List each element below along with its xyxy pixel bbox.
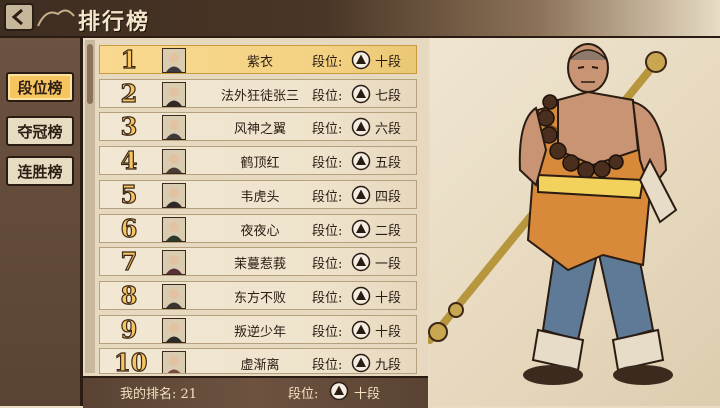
tier-value: 九段 <box>375 358 402 374</box>
player-name: 韦虎头 <box>240 189 280 205</box>
player-avatar[interactable] <box>162 216 186 242</box>
avatar-portrait-icon <box>163 217 185 241</box>
leaderboard-row[interactable]: 4 鹤顶红 段位: 五段 <box>99 146 417 175</box>
tier-emblem-icon <box>351 151 371 171</box>
avatar-portrait-icon <box>163 116 185 140</box>
my-tier-value: 十段 <box>354 387 381 402</box>
player-avatar[interactable] <box>162 317 186 343</box>
tier-label: 段位: <box>312 324 343 340</box>
player-avatar[interactable] <box>162 81 186 107</box>
leaderboard-row[interactable]: 6 夜夜心 段位: 二段 <box>99 213 417 243</box>
tier-emblem-icon <box>351 50 371 70</box>
rank-number: 10 <box>113 348 148 375</box>
player-name: 鹤顶红 <box>240 156 280 172</box>
tier-label: 段位: <box>312 257 343 273</box>
player-avatar[interactable] <box>162 115 186 141</box>
tier-value: 七段 <box>375 88 402 104</box>
back-arrow-icon <box>11 8 23 26</box>
tier-emblem-icon <box>351 320 371 339</box>
avatar-portrait-icon <box>163 183 185 207</box>
tier-emblem-icon <box>351 185 371 205</box>
tier-emblem-icon <box>329 381 349 401</box>
tier-label: 段位: <box>312 156 343 172</box>
tier-value: 十段 <box>375 324 402 340</box>
page-title: 排行榜 <box>78 9 151 35</box>
avatar-portrait-icon <box>163 352 185 374</box>
scrollbar-thumb[interactable] <box>87 44 93 104</box>
monk-warrior-portrait <box>428 43 678 385</box>
rank-number: 9 <box>120 314 138 344</box>
tier-value: 十段 <box>375 55 402 70</box>
leaderboard-row[interactable]: 9 叛逆少年 段位: 十段 <box>99 314 417 344</box>
rank-number: 6 <box>120 213 138 243</box>
tier-label: 段位: <box>312 223 343 239</box>
my-tier-label: 段位: <box>288 387 319 402</box>
my-rank-text: 我的排名: 21 <box>120 387 198 402</box>
rank-number: 8 <box>120 280 138 310</box>
avatar-portrait-icon <box>163 150 185 174</box>
leaderboard-row[interactable]: 3 风神之翼 段位: 六段 <box>99 112 417 141</box>
player-name: 夜夜心 <box>240 223 280 239</box>
player-name: 紫衣 <box>246 55 273 70</box>
tier-value: 二段 <box>375 223 402 239</box>
cloud-ornament-icon <box>37 9 75 27</box>
avatar-portrait-icon <box>163 82 185 106</box>
avatar-portrait-icon <box>163 251 185 275</box>
rank-number: 2 <box>120 78 138 108</box>
tier-label: 段位: <box>312 290 343 306</box>
avatar-portrait-icon <box>163 49 185 72</box>
player-avatar[interactable] <box>162 283 186 309</box>
leaderboard-row[interactable]: 5 韦虎头 段位: 四段 <box>99 180 417 209</box>
leaderboard-row[interactable]: 8 东方不败 段位: 十段 <box>99 281 417 310</box>
tier-emblem-icon <box>351 84 371 103</box>
tier-label: 段位: <box>312 189 343 205</box>
tier-label: 段位: <box>312 88 343 104</box>
tier-value: 六段 <box>375 122 402 138</box>
tier-emblem-icon <box>351 354 371 373</box>
avatar-portrait-icon <box>163 284 185 308</box>
tab-win-streak-ranking[interactable]: 连胜榜 <box>6 156 74 186</box>
player-avatar[interactable] <box>162 48 186 73</box>
player-name: 虚渐离 <box>240 358 280 374</box>
tab-tier-ranking[interactable]: 段位榜 <box>6 72 74 102</box>
player-avatar[interactable] <box>162 149 186 175</box>
player-name: 叛逆少年 <box>233 324 286 340</box>
tier-value: 四段 <box>375 189 402 205</box>
leaderboard-row[interactable]: 7 茉蔓惹莪 段位: 一段 <box>99 247 417 276</box>
tier-label: 段位: <box>312 358 343 374</box>
player-name: 茉蔓惹莪 <box>233 257 286 273</box>
leaderboard-row[interactable]: 10 虚渐离 段位: 九段 <box>99 348 417 375</box>
sidebar: 段位榜 夺冠榜 连胜榜 <box>0 38 83 406</box>
tier-emblem-icon <box>351 118 371 137</box>
tier-label: 段位: <box>312 122 343 138</box>
leaderboard-row[interactable]: 2 法外狂徒张三 段位: 七段 <box>99 79 417 108</box>
rank-number: 1 <box>120 45 138 74</box>
header-bar: 排行榜 <box>0 0 720 38</box>
rank-number: 4 <box>120 146 138 176</box>
player-name: 东方不败 <box>233 290 286 306</box>
tier-value: 十段 <box>375 290 402 306</box>
back-button[interactable] <box>4 3 34 31</box>
tier-label: 段位: <box>312 55 343 70</box>
player-name: 法外狂徒张三 <box>220 88 299 104</box>
player-avatar[interactable] <box>162 250 186 276</box>
rank-number: 5 <box>120 179 138 209</box>
rank-number: 7 <box>120 247 138 277</box>
leaderboard-row[interactable]: 1 紫衣 段位: 十段 <box>99 45 417 74</box>
player-avatar[interactable] <box>162 182 186 208</box>
tier-value: 一段 <box>375 257 402 273</box>
rank-number: 3 <box>120 112 138 142</box>
tab-champion-ranking[interactable]: 夺冠榜 <box>6 116 74 146</box>
tier-value: 五段 <box>375 156 402 172</box>
player-name: 风神之翼 <box>233 122 286 138</box>
tier-emblem-icon <box>351 219 371 238</box>
tier-emblem-icon <box>351 286 371 306</box>
avatar-portrait-icon <box>163 318 185 342</box>
tier-emblem-icon <box>351 252 371 272</box>
player-avatar[interactable] <box>162 351 186 374</box>
